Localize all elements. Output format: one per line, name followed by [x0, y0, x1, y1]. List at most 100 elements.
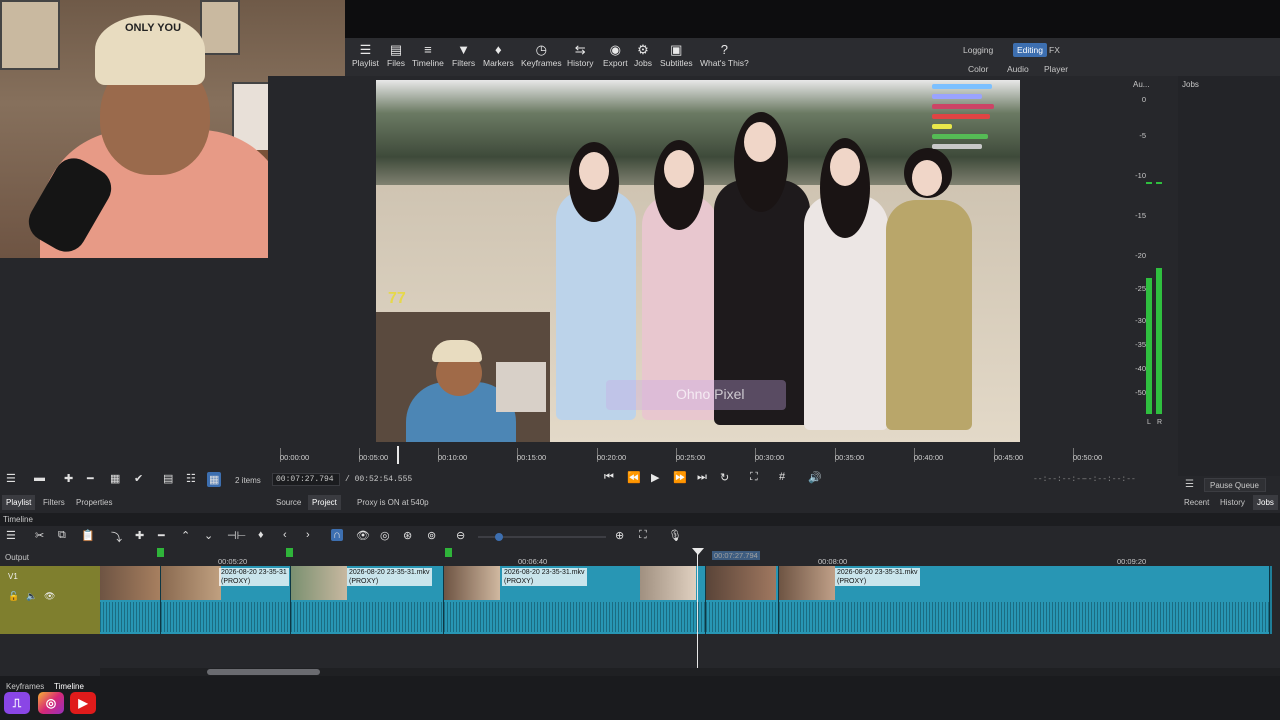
layout-audio[interactable]: Audio: [1003, 62, 1033, 76]
toolbar-subtitles-button[interactable]: ▣ Subtitles: [660, 42, 693, 68]
ripple-markers-icon[interactable]: ⊚: [427, 529, 436, 542]
toolbar-filters-button[interactable]: ▼ Filters: [452, 42, 475, 68]
fast-forward-icon[interactable]: ⏩: [673, 471, 687, 484]
pause-queue-button[interactable]: Pause Queue: [1204, 478, 1266, 492]
toolbar-markers-button[interactable]: ♦ Markers: [483, 42, 514, 68]
update-icon[interactable]: ▦: [110, 472, 120, 485]
toolbar-history-button[interactable]: ⇆ History: [567, 42, 593, 68]
menu-icon[interactable]: ☰: [6, 472, 16, 485]
jobs-tab-jobs[interactable]: Jobs: [1253, 495, 1278, 510]
timeline-playhead[interactable]: [697, 548, 698, 668]
append-icon[interactable]: ⤵: [111, 529, 122, 545]
remove-icon[interactable]: ━: [87, 472, 94, 485]
timeline-clip[interactable]: [698, 566, 706, 634]
play-icon[interactable]: ▶: [651, 471, 659, 484]
timeline-scrollbar-thumb[interactable]: [207, 669, 320, 675]
scrub-tick-label: 00:15:00: [517, 453, 547, 462]
timeline-clip[interactable]: 2026-08-20 23-35-31.mkv (PROXY): [444, 566, 698, 634]
toolbar-files-button[interactable]: ▤ Files: [387, 42, 405, 68]
timeline-clip[interactable]: [100, 566, 161, 634]
jobs-menu-icon[interactable]: ☰: [1185, 479, 1194, 490]
timeline-menu-icon[interactable]: ☰: [6, 529, 16, 542]
lock-icon[interactable]: 🔓: [8, 591, 19, 602]
toolbar-keyframes-button[interactable]: ◷ Keyframes: [521, 42, 562, 68]
scrub-tick-label: 00:25:00: [676, 453, 706, 462]
ruler-label: 00:09:20: [1117, 557, 1147, 566]
timeline-marker[interactable]: [286, 548, 293, 557]
next-marker-icon[interactable]: ›: [306, 529, 310, 541]
overlay-poster: [496, 362, 546, 412]
toolbar-timeline-button[interactable]: ≡ Timeline: [412, 42, 444, 68]
open-icon[interactable]: ▬: [34, 472, 45, 484]
timeline-clip[interactable]: [706, 566, 779, 634]
mute-icon[interactable]: 🔈: [26, 591, 37, 602]
scrubber-bar[interactable]: 00:00:00 00:05:00 00:10:00 00:15:00 00:2…: [280, 448, 1115, 466]
record-audio-icon[interactable]: 🎙: [668, 529, 682, 542]
toolbar-export-button[interactable]: ◉ Export: [603, 42, 628, 68]
timeline-marker[interactable]: [157, 548, 164, 557]
jobs-panel: [1178, 76, 1280, 476]
split-icon[interactable]: ⊣⊢: [227, 529, 246, 542]
volume-icon[interactable]: 🔊: [808, 471, 822, 484]
ripple-all-icon[interactable]: ⊛: [403, 529, 412, 542]
layout-player[interactable]: Player: [1040, 62, 1072, 76]
overwrite-icon[interactable]: ⌄: [204, 529, 213, 542]
tab-keyframes[interactable]: Keyframes: [6, 682, 44, 691]
visibility-icon[interactable]: 👁: [44, 591, 55, 602]
zoom-fit-icon[interactable]: ⛶: [750, 471, 758, 484]
snap-icon[interactable]: ∩: [331, 529, 343, 541]
lift-icon[interactable]: ⌃: [181, 529, 190, 542]
clip-waveform: [100, 602, 160, 632]
layout-editing[interactable]: Editing: [1013, 43, 1047, 57]
timeline-marker[interactable]: [445, 548, 452, 557]
list-view-icon[interactable]: ☷: [186, 472, 196, 485]
jobs-tab-history[interactable]: History: [1216, 495, 1249, 510]
tab-timeline[interactable]: Timeline: [54, 682, 84, 691]
previous-marker-icon[interactable]: ‹: [283, 529, 287, 541]
timeline-clip[interactable]: 2026-08-20 23-35-31.mkv (PROXY): [779, 566, 1270, 634]
tab-source[interactable]: Source: [272, 495, 305, 510]
zoom-slider-handle[interactable]: [495, 533, 503, 541]
tab-filters[interactable]: Filters: [39, 495, 69, 510]
layout-logging[interactable]: Logging: [959, 43, 997, 57]
tab-playlist[interactable]: Playlist: [2, 495, 36, 510]
paste-icon[interactable]: 📋: [81, 529, 95, 542]
add-marker-icon[interactable]: ♦: [258, 529, 264, 541]
timeline-remove-icon[interactable]: ━: [158, 529, 165, 542]
stream-chat-overlay: [928, 82, 1000, 162]
loop-icon[interactable]: ↻: [720, 471, 729, 484]
chat-line: [932, 84, 992, 89]
rewind-icon[interactable]: ⏪: [627, 471, 641, 484]
toolbar-jobs-button[interactable]: ⚙ Jobs: [634, 42, 652, 68]
details-view-icon[interactable]: ▤: [163, 472, 173, 485]
timeline-clip[interactable]: 2026-08-20 23-35-31.mkv (PROXY): [291, 566, 444, 634]
zoom-fit-timeline-icon[interactable]: ⛶: [639, 529, 647, 542]
timeline-clip[interactable]: 2026-08-20 23-35-31 (PROXY): [161, 566, 291, 634]
scrubber-playhead[interactable]: [397, 446, 399, 464]
layout-color[interactable]: Color: [964, 62, 992, 76]
add-icon[interactable]: ✚: [64, 472, 73, 485]
skip-to-end-icon[interactable]: ⏭: [697, 471, 707, 484]
zoom-in-icon[interactable]: ⊕: [615, 529, 624, 542]
zoom-out-icon[interactable]: ⊖: [456, 529, 465, 542]
layout-fx[interactable]: FX: [1045, 43, 1064, 57]
position-timecode[interactable]: 00:07:27.794: [272, 473, 340, 486]
check-icon[interactable]: ✔: [134, 472, 143, 485]
tab-project[interactable]: Project: [308, 495, 341, 510]
ripple-icon[interactable]: ◎: [380, 529, 390, 542]
copy-icon[interactable]: ⧉: [58, 529, 66, 542]
timeline-add-icon[interactable]: ✚: [135, 529, 144, 542]
timeline-ruler[interactable]: 00:05:20 00:06:40 00:08:00 00:09:20 00:0…: [100, 548, 1280, 566]
skip-to-start-icon[interactable]: ⏮: [604, 471, 614, 484]
scrub-drag-icon[interactable]: 👁: [356, 529, 370, 542]
video-preview[interactable]: 77 Ohno Pixel: [376, 80, 1020, 442]
toolbar-playlist-button[interactable]: ☰ Playlist: [352, 42, 379, 68]
toolbar-whats-this-button[interactable]: ? What's This?: [700, 42, 749, 68]
cut-icon[interactable]: ✂: [35, 529, 44, 542]
timeline-playhead-handle[interactable]: [692, 548, 704, 555]
track-header-v1[interactable]: V1 🔓 🔈 👁: [0, 566, 100, 634]
tab-properties[interactable]: Properties: [72, 495, 116, 510]
tiles-view-icon[interactable]: ▦: [207, 472, 222, 487]
grid-icon[interactable]: #: [779, 471, 785, 483]
jobs-tab-recent[interactable]: Recent: [1180, 495, 1213, 510]
